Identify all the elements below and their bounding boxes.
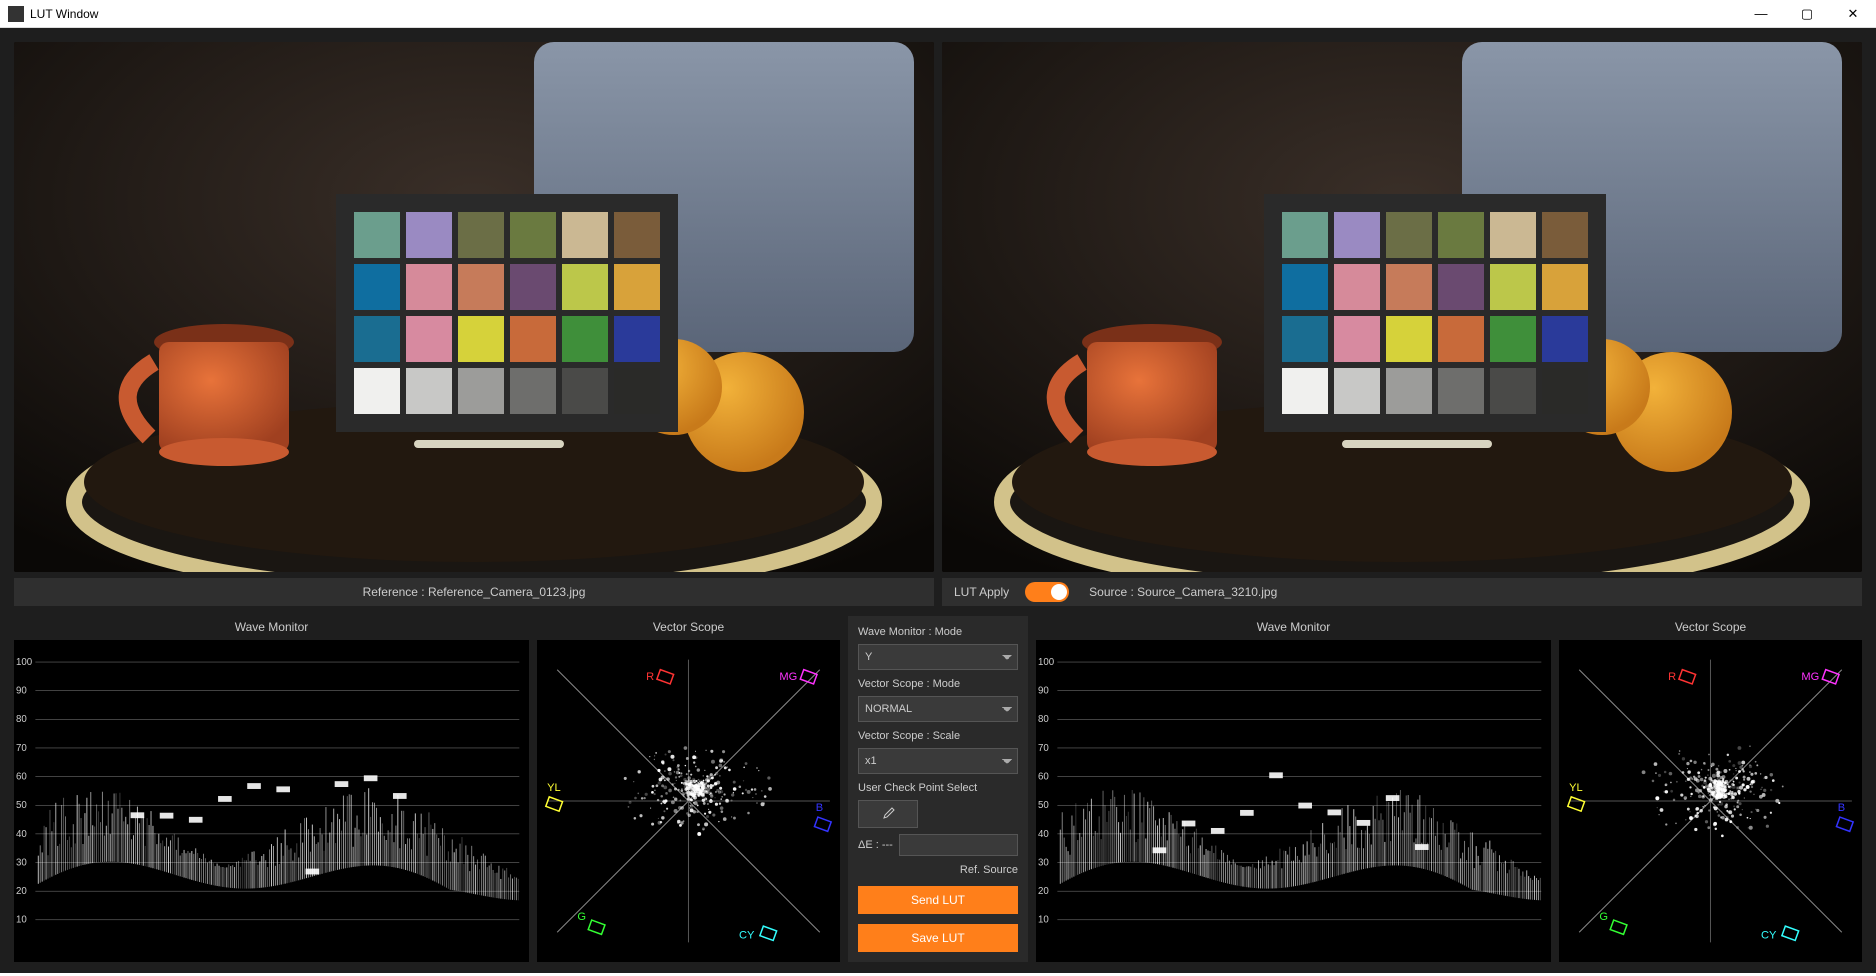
- svg-text:20: 20: [16, 886, 27, 897]
- vector-title: Vector Scope: [537, 616, 840, 640]
- reference-label-bar: Reference : Reference_Camera_0123.jpg: [14, 578, 934, 606]
- svg-text:MG: MG: [1801, 671, 1819, 683]
- delta-e-value: [899, 834, 1018, 856]
- source-wave-monitor: 100 90 80 70 60 50 40 30 20 10: [1036, 640, 1551, 962]
- checkpoint-label: User Check Point Select: [858, 782, 1018, 794]
- source-preview: [942, 42, 1862, 572]
- svg-text:100: 100: [1038, 657, 1055, 668]
- svg-text:10: 10: [1038, 915, 1049, 926]
- svg-text:60: 60: [16, 772, 27, 783]
- vector-scale-select[interactable]: x1: [858, 748, 1018, 774]
- svg-text:R: R: [1668, 671, 1676, 683]
- maximize-button[interactable]: ▢: [1784, 0, 1830, 28]
- svg-text:B: B: [1838, 802, 1845, 814]
- app-icon: [8, 6, 24, 22]
- wave-mode-label: Wave Monitor : Mode: [858, 626, 1018, 638]
- svg-text:60: 60: [1038, 772, 1049, 783]
- titlebar: LUT Window — ▢ ✕: [0, 0, 1876, 28]
- scope-controls: Wave Monitor : Mode Y Vector Scope : Mod…: [848, 616, 1028, 962]
- reference-wave-monitor: 100 90 80 70 60 50 40 30 20 10: [14, 640, 529, 962]
- svg-text:80: 80: [16, 714, 27, 725]
- svg-text:30: 30: [1038, 857, 1049, 868]
- window-title: LUT Window: [30, 7, 98, 21]
- lut-apply-label: LUT Apply: [954, 585, 1009, 599]
- source-label-bar: LUT Apply Source : Source_Camera_3210.jp…: [942, 578, 1862, 606]
- svg-text:B: B: [816, 802, 823, 814]
- svg-text:70: 70: [16, 743, 27, 754]
- reference-preview: [14, 42, 934, 572]
- svg-text:50: 50: [16, 800, 27, 811]
- svg-text:50: 50: [1038, 800, 1049, 811]
- svg-text:10: 10: [16, 915, 27, 926]
- wave-title: Wave Monitor: [14, 616, 529, 640]
- svg-text:90: 90: [16, 686, 27, 697]
- vector-title: Vector Scope: [1559, 616, 1862, 640]
- wave-title: Wave Monitor: [1036, 616, 1551, 640]
- ref-source-label: Ref. Source: [858, 864, 1018, 876]
- svg-text:YL: YL: [1569, 782, 1583, 794]
- svg-text:70: 70: [1038, 743, 1049, 754]
- source-filename: Source : Source_Camera_3210.jpg: [1089, 585, 1277, 599]
- svg-text:CY: CY: [739, 929, 755, 941]
- send-lut-button[interactable]: Send LUT: [858, 886, 1018, 914]
- svg-text:YL: YL: [547, 782, 561, 794]
- svg-text:40: 40: [1038, 829, 1049, 840]
- vector-mode-label: Vector Scope : Mode: [858, 678, 1018, 690]
- svg-text:90: 90: [1038, 686, 1049, 697]
- svg-text:MG: MG: [779, 671, 797, 683]
- svg-text:G: G: [577, 911, 586, 923]
- delta-e-label: ΔE : ---: [858, 839, 893, 851]
- eyedropper-button[interactable]: [858, 800, 918, 828]
- app-body: Reference : Reference_Camera_0123.jpg LU…: [0, 28, 1876, 973]
- source-vector-scope: R MG B CY G YL: [1559, 640, 1862, 962]
- svg-text:40: 40: [16, 829, 27, 840]
- svg-text:100: 100: [16, 657, 33, 668]
- wave-mode-select[interactable]: Y: [858, 644, 1018, 670]
- minimize-button[interactable]: —: [1738, 0, 1784, 28]
- svg-text:30: 30: [16, 857, 27, 868]
- svg-text:20: 20: [1038, 886, 1049, 897]
- svg-text:R: R: [646, 671, 654, 683]
- eyedropper-icon: [881, 807, 895, 821]
- close-button[interactable]: ✕: [1830, 0, 1876, 28]
- svg-text:80: 80: [1038, 714, 1049, 725]
- vector-scale-label: Vector Scope : Scale: [858, 730, 1018, 742]
- svg-text:CY: CY: [1761, 929, 1777, 941]
- source-scopes: Wave Monitor 100 90 80 70 60 50 40 30 20 10 Vecto…: [1036, 616, 1862, 962]
- vector-mode-select[interactable]: NORMAL: [858, 696, 1018, 722]
- lut-apply-toggle[interactable]: [1025, 582, 1069, 602]
- save-lut-button[interactable]: Save LUT: [858, 924, 1018, 952]
- reference-scopes: Wave Monitor 100 90 80 70 60 50 40 30 20 10 Vecto…: [14, 616, 840, 962]
- reference-vector-scope: R MG B CY G YL: [537, 640, 840, 962]
- reference-filename: Reference : Reference_Camera_0123.jpg: [363, 585, 586, 599]
- svg-text:G: G: [1599, 911, 1608, 923]
